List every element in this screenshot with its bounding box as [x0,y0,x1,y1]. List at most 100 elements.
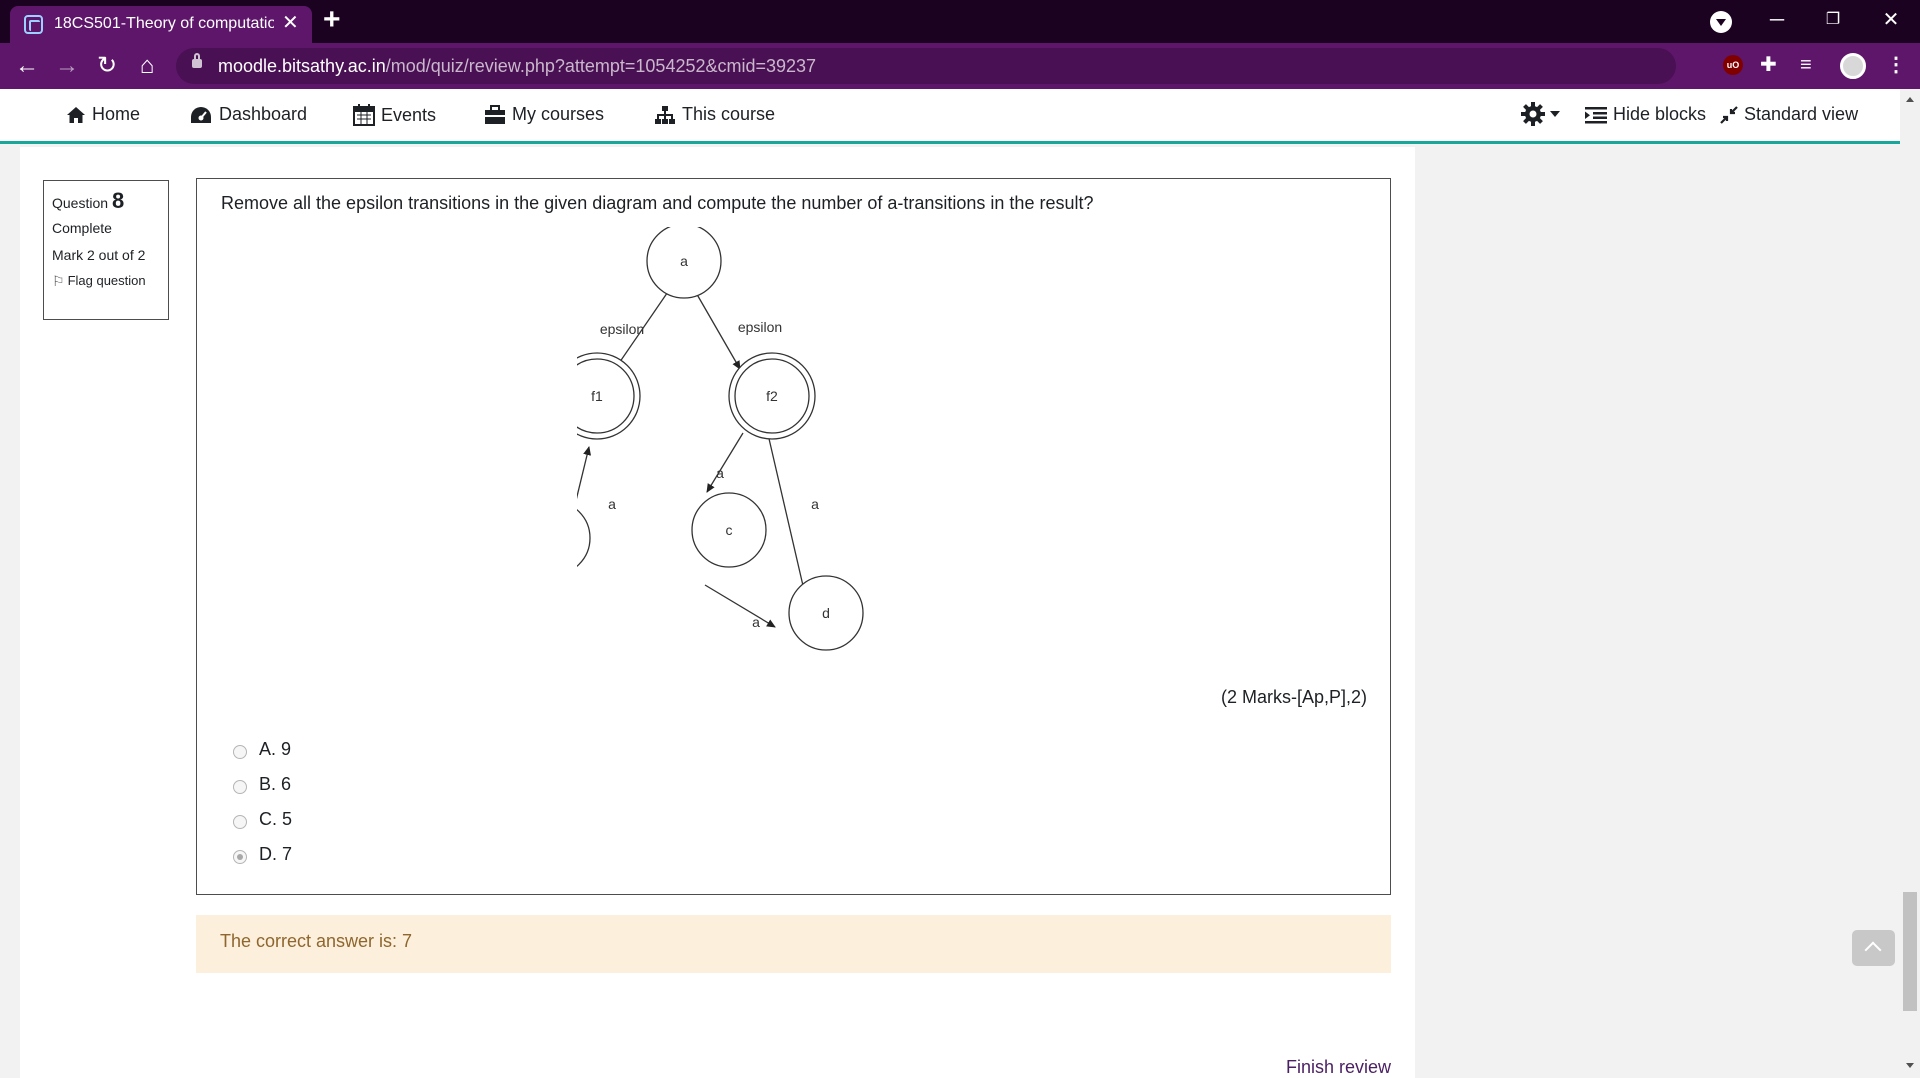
edge-f2-c-label: a [716,465,724,481]
answer-option-c-label: C. 5 [259,809,293,829]
edge-d-f2-label: a [811,496,819,512]
answer-option-a[interactable]: A. 9 [233,739,291,760]
edge-a-f2-label: epsilon [738,319,782,335]
nav-this-course[interactable]: This course [654,104,775,125]
briefcase-icon [485,104,505,124]
dashboard-gauge-icon [191,106,211,123]
marks-note: (2 Marks-[Ap,P],2) [1220,687,1367,707]
main-content: Question 8 Complete Mark 2 out of 2 ⚐ Fl… [20,147,1415,1078]
radio-a[interactable] [233,744,247,759]
standard-view-label: Standard view [1744,104,1859,124]
outdent-list-icon [1585,106,1607,123]
nav-events[interactable]: Events [353,104,436,126]
question-number: Question 8 [52,188,160,214]
calendar-icon [353,104,375,126]
nav-home[interactable]: Home [66,104,140,125]
flag-icon: ⚐ [52,273,65,289]
state-b [577,509,591,567]
edge-c-d [704,584,776,628]
radio-b[interactable] [233,779,247,794]
browser-tab-bar: 18CS501-Theory of computation ✕ + ─ ❐ ✕ [0,0,1920,43]
edge-b-f1-label: a [608,496,616,512]
scroll-down-icon[interactable] [1906,1063,1914,1068]
hide-blocks-link[interactable]: Hide blocks [1585,104,1706,125]
minimize-icon[interactable]: ─ [1757,6,1797,34]
answer-option-d[interactable]: D. 7 [233,844,292,865]
question-box: Remove all the epsilon transitions in th… [196,178,1391,895]
standard-view-link[interactable]: Standard view [1720,104,1858,125]
nav-this-course-label: This course [682,104,776,124]
url-path: /mod/quiz/review.php?attempt=1054252&cmi… [385,56,817,76]
state-a-label: a [680,253,688,269]
page-scrollbar[interactable] [1900,89,1920,1078]
question-number-value: 8 [111,188,125,213]
edge-c-d-label: a [752,614,760,630]
profile-avatar[interactable] [1840,53,1866,79]
state-f2-label: f2 [766,388,778,404]
restore-icon[interactable]: ❐ [1813,6,1853,34]
home-browser-icon[interactable]: ⌂ [132,52,162,80]
hide-blocks-label: Hide blocks [1613,104,1707,124]
question-label: Question [52,195,109,211]
scroll-thumb[interactable] [1903,892,1917,1011]
state-d-label: d [822,605,830,621]
radio-c[interactable] [233,814,247,829]
correct-answer-feedback: The correct answer is: 7 [196,915,1391,973]
home-icon [67,106,85,123]
close-window-icon[interactable]: ✕ [1871,6,1911,34]
moodle-navbar: Home Dashboard Events My courses This co… [0,89,1900,144]
nav-my-courses-label: My courses [512,104,605,124]
reload-icon[interactable]: ↻ [92,52,122,80]
forward-icon[interactable]: → [52,52,82,80]
settings-menu-button[interactable] [1520,101,1560,127]
edge-a-f1-label: epsilon [600,321,644,337]
nav-home-label: Home [92,104,141,124]
media-queue-icon[interactable]: ≡ [1800,53,1812,77]
question-state: Complete [52,220,112,236]
answer-option-b-label: B. 6 [259,774,292,794]
question-info-panel: Question 8 Complete Mark 2 out of 2 ⚐ Fl… [43,180,169,320]
back-to-top-button[interactable] [1852,930,1895,966]
chevron-down-icon [1550,111,1560,117]
url-host: moodle.bitsathy.ac.in [218,56,386,76]
url-text[interactable]: moodle.bitsathy.ac.in/mod/quiz/review.ph… [218,56,816,77]
browser-menu-icon[interactable]: ⋮ [1886,53,1906,77]
address-bar[interactable]: moodle.bitsathy.ac.in/mod/quiz/review.ph… [176,48,1864,84]
compress-arrows-icon [1720,105,1738,124]
edge-f2-c [706,432,744,493]
browser-tab[interactable]: 18CS501-Theory of computation ✕ [10,6,312,43]
edge-a-f2 [690,283,741,370]
gear-icon [1521,102,1545,126]
answer-option-b[interactable]: B. 6 [233,774,291,795]
answer-option-a-label: A. 9 [259,739,292,759]
question-text: Remove all the epsilon transitions in th… [221,193,1094,213]
question-grade: Mark 2 out of 2 [52,247,146,263]
answer-option-c[interactable]: C. 5 [233,809,292,830]
automaton-diagram: a f1 f2 b c d epsilon epsilon a a a a a [577,227,864,651]
nav-dashboard[interactable]: Dashboard [189,104,307,125]
back-icon[interactable]: ← [12,52,42,80]
radio-d[interactable] [233,849,247,864]
state-f1-label: f1 [591,388,603,404]
ublock-extension-icon[interactable]: uO [1723,55,1743,75]
flag-question-button[interactable]: ⚐ Flag question [52,273,160,289]
new-tab-button[interactable]: + [323,5,341,35]
extensions-puzzle-icon[interactable]: ✚ [1760,53,1777,77]
moodle-favicon-icon [24,15,43,34]
finish-review-link[interactable]: Finish review [1286,1057,1391,1078]
state-c-label: c [726,522,733,538]
nav-my-courses[interactable]: My courses [484,104,604,125]
nav-events-label: Events [381,104,437,125]
lock-icon [192,53,202,68]
tab-title: 18CS501-Theory of computation [54,15,274,32]
blocks-region [1415,147,1900,1078]
tab-close-icon[interactable]: ✕ [282,12,299,34]
nav-dashboard-label: Dashboard [219,104,308,124]
flag-question-label: Flag question [67,273,146,288]
page: Home Dashboard Events My courses This co… [0,89,1920,1078]
answer-option-d-label: D. 7 [259,844,293,864]
tab-search-icon[interactable] [1710,11,1732,33]
edge-d-f2 [764,429,805,591]
sitemap-icon [655,105,675,124]
scroll-up-icon[interactable] [1906,97,1914,102]
